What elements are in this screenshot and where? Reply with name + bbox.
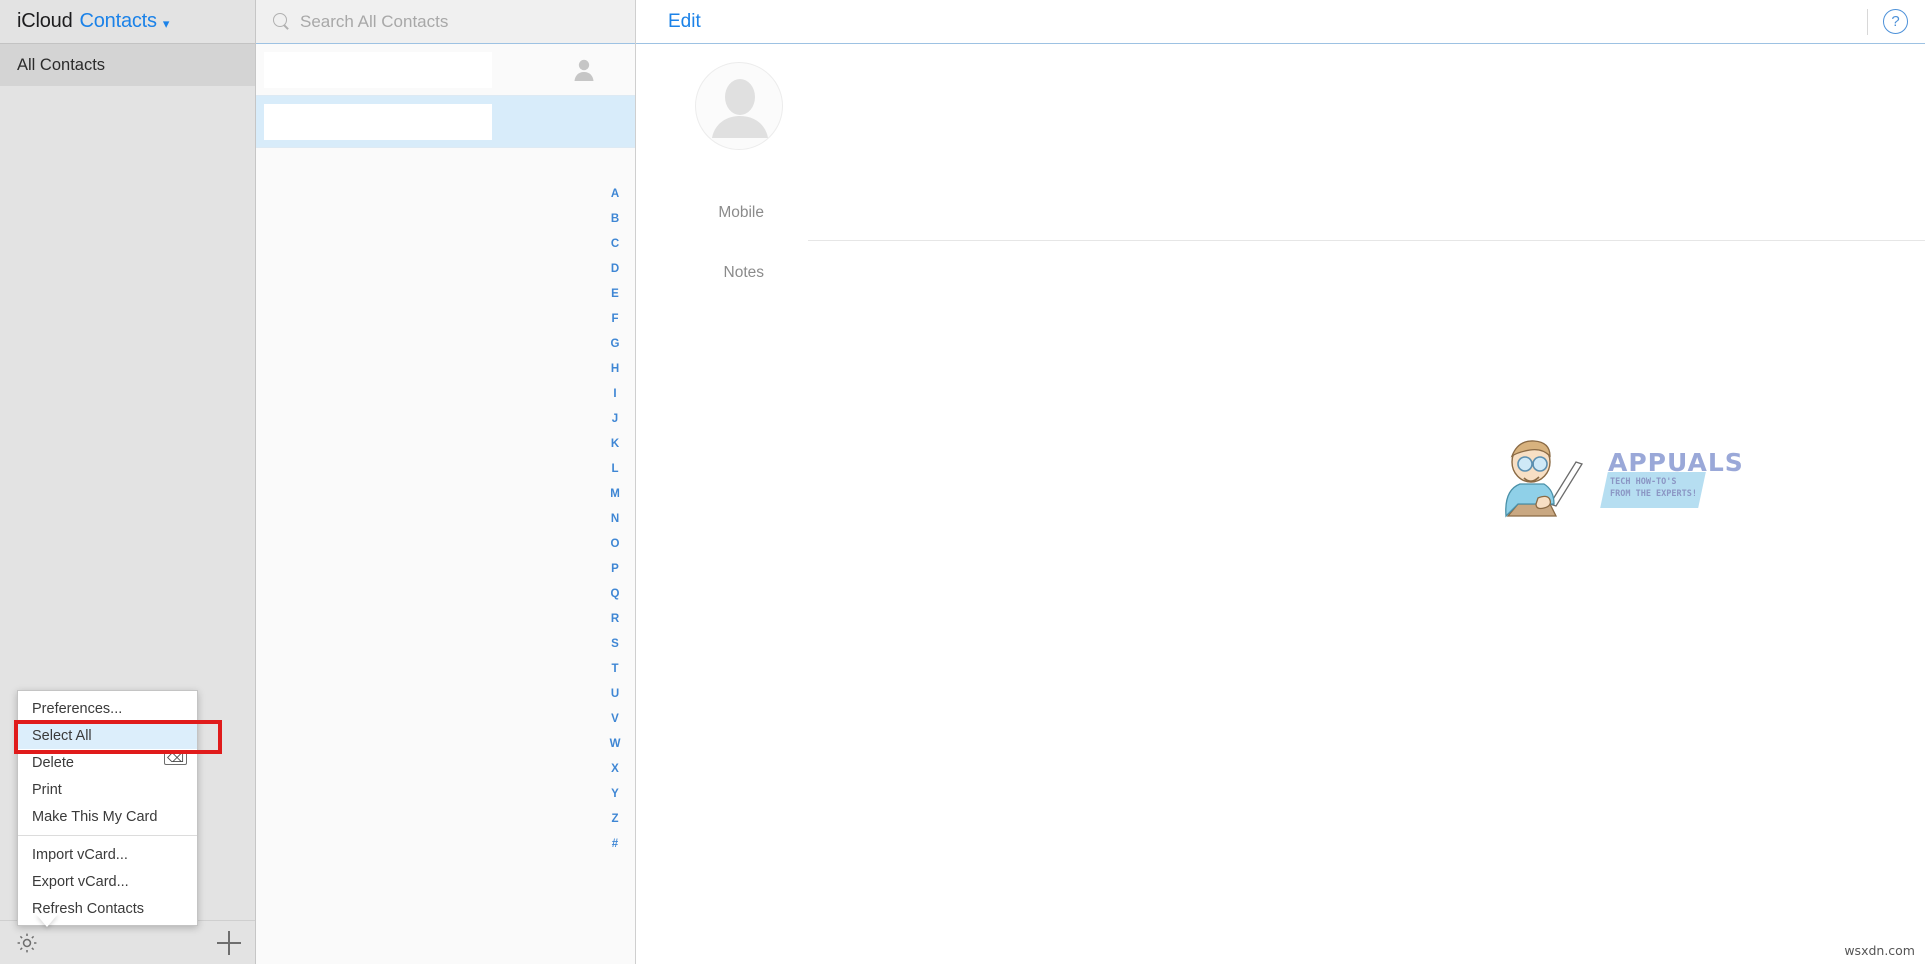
site-credit: wsxdn.com: [1844, 943, 1915, 958]
alpha-index-l[interactable]: L: [611, 457, 618, 482]
icloud-contacts-window: iCloud Contacts ▾ All Contacts Preferenc…: [0, 0, 1925, 964]
menu-item-make-this-my-card[interactable]: Make This My Card: [18, 803, 197, 830]
alpha-index-e[interactable]: E: [611, 282, 619, 307]
menu-item-label: Preferences...: [32, 700, 123, 717]
field-label-mobile: Mobile: [718, 204, 764, 221]
alpha-index-f[interactable]: F: [611, 307, 618, 332]
group-list: All Contacts: [0, 44, 255, 86]
field-row-mobile: Mobile: [636, 204, 1925, 222]
sidebar-item-label: All Contacts: [17, 55, 106, 74]
alpha-index-b[interactable]: B: [611, 207, 619, 232]
menu-item-label: Export vCard...: [32, 873, 129, 890]
contact-list-column: ABCDEFGHIJKLMNOPQRSTUVWXYZ#: [256, 0, 636, 964]
alphabet-index[interactable]: A B C D E F G H I J K L M N O P Q R S T U V W X Y Z #: [603, 182, 627, 857]
contact-name-redacted: [264, 104, 492, 140]
alpha-index-x[interactable]: X: [611, 757, 619, 782]
alpha-index-k[interactable]: K: [611, 432, 619, 457]
brand-icloud-label: iCloud: [17, 10, 73, 32]
contact-list-item[interactable]: [256, 44, 635, 96]
contact-list-item[interactable]: [256, 96, 635, 148]
alpha-index-i[interactable]: I: [613, 382, 616, 407]
person-icon: [573, 58, 595, 82]
search-bar: [256, 0, 635, 44]
select-all-annotation-box: [14, 720, 222, 754]
edit-button[interactable]: Edit: [668, 11, 701, 33]
menu-item-preferences[interactable]: Preferences...: [18, 695, 197, 722]
detail-toolbar: Edit ?: [636, 0, 1925, 44]
menu-item-label: Import vCard...: [32, 846, 128, 863]
field-label-notes: Notes: [723, 264, 765, 281]
alpha-index-n[interactable]: N: [611, 507, 619, 532]
menu-item-print[interactable]: Print: [18, 776, 197, 803]
contact-name-redacted: [264, 52, 492, 88]
alpha-index-g[interactable]: G: [611, 332, 620, 357]
help-circle-icon[interactable]: ?: [1883, 9, 1908, 34]
alpha-index-a[interactable]: A: [611, 182, 619, 207]
popup-menu-tail: [36, 914, 58, 927]
search-input[interactable]: [300, 11, 600, 32]
field-row-notes: Notes: [636, 264, 1925, 282]
avatar: [695, 62, 783, 150]
alpha-index-h[interactable]: H: [611, 357, 619, 382]
menu-separator: [18, 835, 197, 836]
app-switcher-label[interactable]: Contacts: [80, 10, 158, 33]
alpha-index-u[interactable]: U: [611, 682, 619, 707]
person-placeholder-icon: [712, 79, 768, 138]
alpha-index-p[interactable]: P: [611, 557, 619, 582]
menu-item-label: Make This My Card: [32, 808, 158, 825]
alpha-index-z[interactable]: Z: [611, 807, 618, 832]
alpha-index-w[interactable]: W: [610, 732, 621, 757]
watermark-title: APPUALS: [1608, 448, 1744, 477]
sidebar-header: iCloud Contacts ▾: [0, 0, 255, 44]
alpha-index-hash[interactable]: #: [612, 832, 618, 857]
alpha-index-d[interactable]: D: [611, 257, 619, 282]
sidebar-item-all-contacts[interactable]: All Contacts: [0, 44, 255, 86]
menu-item-import-vcard[interactable]: Import vCard...: [18, 841, 197, 868]
search-icon: [273, 13, 290, 30]
toolbar-divider: [1867, 9, 1868, 35]
alpha-index-m[interactable]: M: [610, 482, 620, 507]
add-contact-button[interactable]: [217, 931, 241, 955]
field-divider: [808, 240, 1925, 241]
appuals-watermark: APPUALS TECH HOW-TO'S FROM THE EXPERTS!: [1498, 428, 1743, 520]
alpha-index-r[interactable]: R: [611, 607, 619, 632]
menu-item-export-vcard[interactable]: Export vCard...: [18, 868, 197, 895]
cartoon-person-laptop-icon: [1505, 440, 1583, 518]
alpha-index-o[interactable]: O: [611, 532, 620, 557]
gear-icon[interactable]: [14, 930, 40, 956]
watermark-tagline: TECH HOW-TO'S FROM THE EXPERTS!: [1610, 477, 1697, 499]
alpha-index-t[interactable]: T: [611, 657, 618, 682]
contact-rows: [256, 44, 635, 148]
alpha-index-c[interactable]: C: [611, 232, 619, 257]
contact-detail-pane: Edit ? Mobile Notes APPUALS TECH HOW-TO'…: [636, 0, 1925, 964]
chevron-down-icon[interactable]: ▾: [163, 17, 170, 30]
alpha-index-q[interactable]: Q: [611, 582, 620, 607]
alpha-index-s[interactable]: S: [611, 632, 619, 657]
menu-item-label: Print: [32, 781, 62, 798]
alpha-index-y[interactable]: Y: [611, 782, 619, 807]
alpha-index-v[interactable]: V: [611, 707, 619, 732]
alpha-index-j[interactable]: J: [612, 407, 618, 432]
menu-item-label: Delete: [32, 754, 74, 771]
